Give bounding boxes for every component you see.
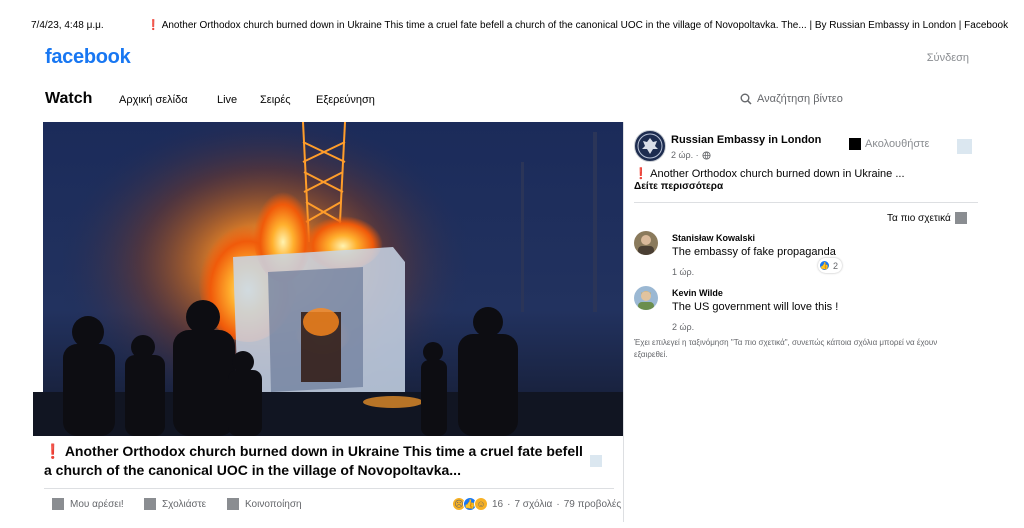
divider — [634, 202, 978, 203]
print-title-text: Another Orthodox church burned down in U… — [161, 20, 1009, 31]
comment-text: The embassy of fake propaganda — [672, 246, 836, 258]
comment-label: Σχολιάστε — [162, 498, 207, 510]
comment-author[interactable]: Kevin Wilde — [672, 288, 723, 298]
print-page-title: ❗ Another Orthodox church burned down in… — [147, 20, 1008, 31]
post-time-text: 2 ώρ. · — [671, 150, 699, 160]
facebook-logo[interactable]: facebook — [45, 46, 131, 69]
video-title: ❗ Another Orthodox church burned down in… — [44, 442, 584, 480]
nav-item-explore[interactable]: Εξερεύνηση — [316, 94, 375, 106]
page-avatar[interactable] — [634, 130, 666, 162]
comment-author[interactable]: Stanisław Kowalski — [672, 233, 755, 243]
nav-item-live[interactable]: Live — [217, 94, 237, 106]
more-options-icon[interactable] — [957, 139, 972, 154]
comment-button[interactable]: Σχολιάστε — [144, 498, 206, 510]
chevron-down-icon — [954, 212, 967, 224]
globe-icon — [702, 150, 711, 160]
comment-time[interactable]: 2 ώρ. — [672, 322, 694, 332]
sort-label: Τα πιο σχετικά — [887, 212, 951, 224]
like-label: Μου αρέσει! — [70, 498, 124, 510]
follow-button[interactable]: Ακολουθήστε — [849, 138, 929, 150]
nav-item-home[interactable]: Αρχική σελίδα — [119, 94, 188, 106]
print-header: 7/4/23, 4:48 μ.μ. ❗ Another Orthodox chu… — [0, 16, 1024, 36]
watch-nav: Watch Αρχική σελίδα Live Σειρές Εξερεύνη… — [0, 88, 1024, 114]
comment-reactions[interactable]: 👍 2 — [818, 258, 843, 273]
commenter-avatar[interactable] — [634, 231, 658, 255]
comment-reaction-count: 2 — [833, 260, 839, 271]
comment-icon — [144, 498, 156, 510]
post-text-content: Another Orthodox church burned down in U… — [650, 168, 905, 180]
post-time[interactable]: 2 ώρ. · — [671, 150, 711, 160]
follow-label: Ακολουθήστε — [865, 138, 930, 150]
video-frame-burning-church — [33, 122, 623, 436]
share-icon — [227, 498, 239, 510]
search-placeholder: Αναζήτηση βίντεο — [757, 93, 843, 105]
like-icon — [52, 498, 64, 510]
comments-count[interactable]: 7 σχόλια — [514, 499, 552, 510]
video-title-text: Another Orthodox church burned down in U… — [44, 443, 583, 478]
watch-title[interactable]: Watch — [45, 90, 92, 108]
haha-reaction-icon[interactable]: ☺ — [474, 497, 488, 511]
stats-separator: · — [556, 498, 560, 510]
print-date: 7/4/23, 4:48 μ.μ. — [31, 20, 104, 31]
video-search[interactable]: Αναζήτηση βίντεο — [740, 93, 843, 105]
follow-icon — [849, 138, 861, 150]
nav-item-series[interactable]: Σειρές — [260, 94, 291, 106]
commenter-avatar[interactable] — [634, 286, 658, 310]
stats-separator: · — [507, 498, 511, 510]
share-label: Κοινοποίηση — [245, 498, 302, 510]
search-icon — [740, 93, 752, 105]
comment-text: The US government will love this ! — [672, 301, 839, 313]
post-text: ❗ Another Orthodox church burned down in… — [634, 167, 905, 180]
comment-item: Stanisław Kowalski The embassy of fake p… — [634, 231, 974, 277]
comment-time[interactable]: 1 ώρ. — [672, 267, 694, 277]
video-player[interactable] — [33, 122, 623, 436]
exclamation-icon: ❗ — [634, 168, 648, 180]
comment-sort-dropdown[interactable]: Τα πιο σχετικά — [887, 212, 967, 224]
login-link[interactable]: Σύνδεση — [927, 52, 969, 64]
comment-item: Kevin Wilde The US government will love … — [634, 286, 974, 332]
share-button[interactable]: Κοινοποίηση — [227, 498, 302, 510]
page-name-link[interactable]: Russian Embassy in London — [671, 134, 821, 146]
more-options-icon[interactable] — [590, 455, 602, 467]
reactions-count[interactable]: 16 — [492, 499, 503, 510]
like-reaction-icon: 👍 — [819, 260, 830, 271]
video-stats: ☹ 👍 ☺ 16 · 7 σχόλια · 79 προβολές — [452, 497, 621, 511]
see-more-link[interactable]: Δείτε περισσότερα — [634, 181, 723, 192]
sort-footnote: Έχει επιλεγεί η ταξινόμηση "Τα πιο σχετι… — [634, 338, 938, 359]
top-bar: facebook Σύνδεση — [0, 44, 1024, 74]
eagle-emblem-icon — [637, 133, 663, 159]
panel-divider — [623, 122, 624, 522]
views-count: 79 προβολές — [563, 498, 622, 510]
divider — [44, 488, 614, 489]
exclamation-icon: ❗ — [147, 20, 160, 31]
exclamation-icon: ❗ — [44, 443, 62, 459]
like-button[interactable]: Μου αρέσει! — [52, 498, 124, 510]
